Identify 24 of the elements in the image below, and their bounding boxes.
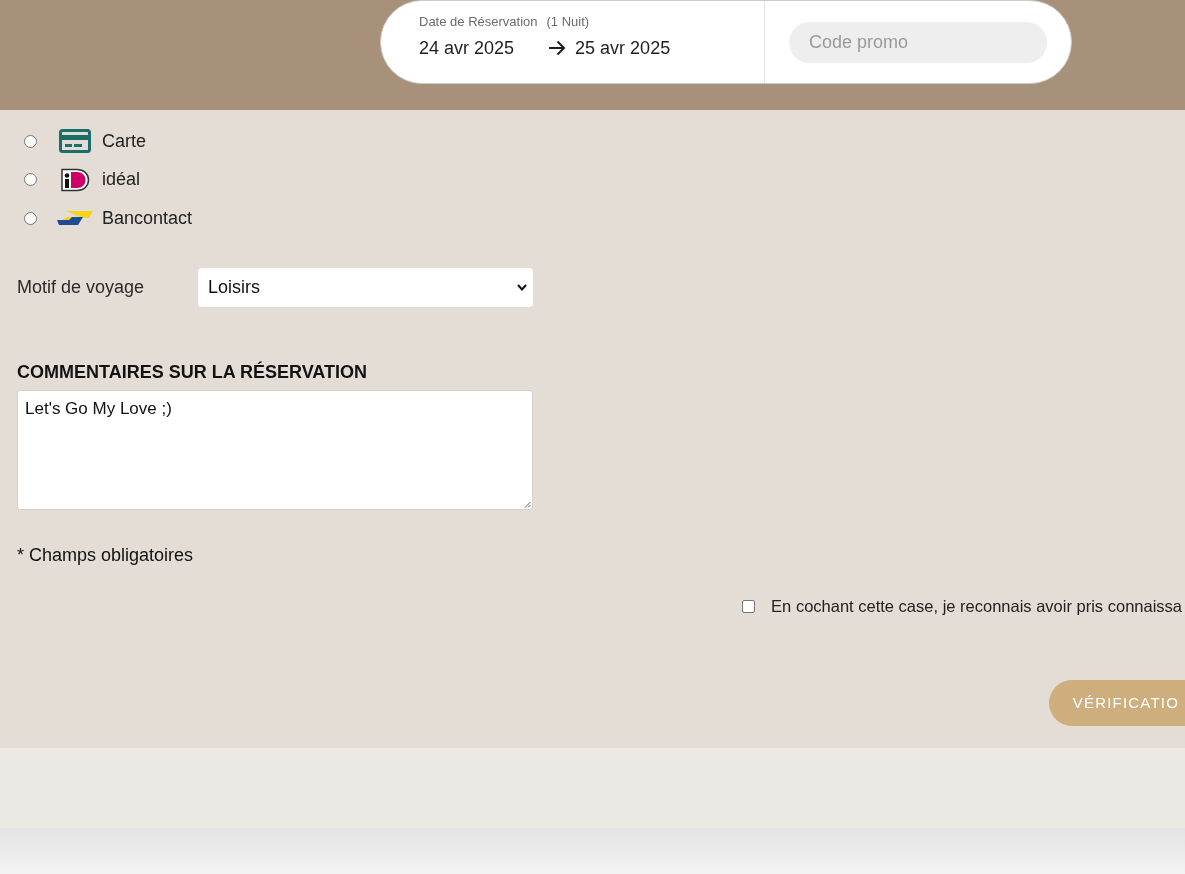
payment-method-label[interactable]: idéal [102, 169, 141, 191]
comments-heading: COMMENTAIRES SUR LA RÉSERVATION [17, 360, 367, 383]
check-in-date[interactable]: 24 avr 2025 [419, 36, 515, 60]
ideal-logo-icon [60, 167, 90, 192]
credit-card-icon [59, 129, 91, 154]
radio-button[interactable] [24, 173, 37, 187]
date-label: Date de Réservation [419, 13, 538, 31]
bancontact-logo-icon [56, 209, 94, 227]
required-fields-note: * Champs obligatoires [17, 543, 194, 566]
radio-button[interactable] [24, 134, 37, 148]
radio-button[interactable] [24, 211, 37, 225]
consent-checkbox[interactable] [742, 600, 756, 613]
nights-count: (1 Nuit) [546, 13, 590, 31]
promo-code-field[interactable]: Code promo [789, 21, 1047, 63]
payment-method-label[interactable]: Carte [102, 130, 146, 152]
comments-field[interactable]: Let's Go My Love ;) [17, 389, 533, 510]
consent-text: En cochant cette case, je reconnais avoir pris connaissa [771, 597, 1182, 616]
arrow-right-icon [548, 40, 567, 56]
trip-purpose-select[interactable]: Loisirs [198, 267, 533, 307]
trip-purpose-label: Motif de voyage [17, 276, 146, 298]
payment-method-label[interactable]: Bancontact [102, 207, 193, 229]
check-out-date[interactable]: 25 avr 2025 [575, 36, 671, 60]
chevron-down-icon [517, 283, 527, 291]
resize-handle-icon[interactable] [524, 500, 531, 508]
